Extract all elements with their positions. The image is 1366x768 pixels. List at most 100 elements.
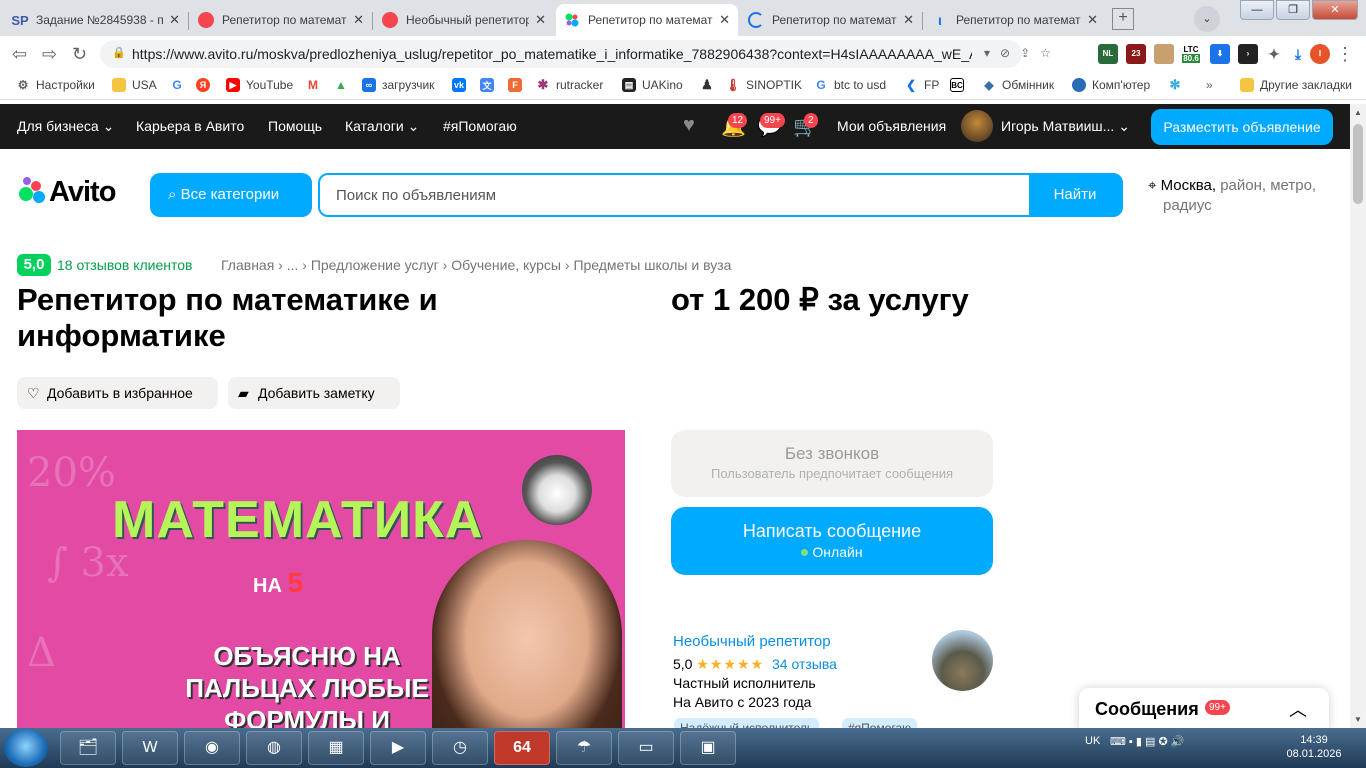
clock-app-icon[interactable]: ◷ <box>432 731 488 765</box>
close-window-button[interactable]: ✕ <box>1312 0 1358 20</box>
bookmark-figure[interactable]: ♟ <box>700 77 720 92</box>
user-avatar[interactable] <box>961 110 993 142</box>
browser-tab-3[interactable]: Необычный репетитор ✕ <box>374 4 554 36</box>
my-ads-link[interactable]: Мои объявления <box>837 118 946 134</box>
bookmark-snowflake[interactable]: ✻ <box>1168 77 1188 92</box>
listing-photo[interactable]: 20% ∫ 3x Δ π МАТЕМАТИКА НА 5 ОБЪЯСНЮ НА … <box>17 430 625 730</box>
url-text[interactable]: https://www.avito.ru/moskva/predlozheniy… <box>132 46 972 62</box>
reload-icon[interactable]: ↻ <box>72 44 87 65</box>
chrome-icon[interactable]: ◉ <box>184 731 240 765</box>
catalogs-link[interactable]: Каталоги ⌄ <box>345 118 419 135</box>
client-reviews-link[interactable]: 18 отзывов клиентов <box>57 257 193 273</box>
scroll-up-icon[interactable]: ▲ <box>1354 108 1362 117</box>
extensions-puzzle-icon[interactable]: ✦ <box>1264 44 1284 64</box>
language-indicator[interactable]: UK <box>1085 735 1100 747</box>
scroll-thumb[interactable] <box>1353 124 1363 204</box>
monitor-app-icon[interactable]: ▣ <box>680 731 736 765</box>
location-selector[interactable]: ⌖ Москва, район, метро, радиус <box>1148 176 1338 216</box>
help-link[interactable]: Помощь <box>268 118 322 134</box>
scroll-down-icon[interactable]: ▼ <box>1354 715 1362 724</box>
64-app-icon[interactable]: 64 <box>494 731 550 765</box>
notepad-app-icon[interactable]: ▭ <box>618 731 674 765</box>
messages-widget[interactable]: Сообщения 99+ ︿ <box>1079 688 1329 732</box>
bookmark-yandex[interactable]: Я <box>196 78 216 92</box>
tab-close-icon[interactable]: ✕ <box>535 12 546 28</box>
ya-pomogayu-link[interactable]: #яПомогаю <box>443 118 517 134</box>
chevron-up-icon[interactable]: ︿ <box>1289 696 1307 722</box>
place-ad-button[interactable]: Разместить объявление <box>1151 109 1333 145</box>
file-manager-icon[interactable]: 🗂 <box>60 731 116 765</box>
bookmark-f[interactable]: F <box>508 78 528 92</box>
menu-kebab-icon[interactable]: ⋮ <box>1336 44 1354 65</box>
write-message-button[interactable]: Написать сообщение Онлайн <box>671 507 993 575</box>
seller-name-link[interactable]: Необычный репетитор <box>673 633 831 650</box>
bookmark-youtube[interactable]: ▶ YouTube <box>226 78 293 92</box>
tab-close-icon[interactable]: ✕ <box>169 12 180 28</box>
bookmark-drive[interactable]: ▲ <box>334 78 354 92</box>
bookmark-settings[interactable]: ⚙ Настройки <box>16 78 95 92</box>
downloads-icon[interactable]: ⤓ <box>1288 44 1308 64</box>
tab-close-icon[interactable]: ✕ <box>353 12 364 28</box>
all-categories-button[interactable]: ⌕ Все категории <box>150 173 312 217</box>
tab-close-icon[interactable]: ✕ <box>719 12 730 28</box>
search-button[interactable]: Найти <box>1029 175 1121 215</box>
profile-avatar[interactable]: I <box>1310 44 1330 64</box>
tray-icons[interactable]: ⌨ ▪ ▮ ▤ ✪ 🔊 <box>1110 735 1184 748</box>
umbrella-app-icon[interactable]: ☂ <box>556 731 612 765</box>
bookmark-translate[interactable]: 文 <box>480 78 500 92</box>
bookmark-exchanger[interactable]: ◆ Обмінник <box>982 78 1054 92</box>
start-button[interactable] <box>4 729 48 767</box>
bookmark-usa[interactable]: USA <box>112 78 157 92</box>
ext-download-icon[interactable]: ⬇ <box>1210 44 1230 64</box>
new-tab-button[interactable]: + <box>1112 8 1134 30</box>
clock[interactable]: 14:39 08.01.2026 <box>1284 733 1344 761</box>
add-to-favorites-button[interactable]: ♡ Добавить в избранное <box>17 377 218 409</box>
ext-arrow-icon[interactable]: › <box>1238 44 1258 64</box>
user-menu[interactable]: Игорь Матвииш... ⌄ <box>1001 118 1130 135</box>
bookmark-bc[interactable]: BC <box>950 78 970 92</box>
bookmark-rutracker[interactable]: ✱ rutracker <box>536 77 604 92</box>
ext-face-icon[interactable] <box>1154 44 1174 64</box>
browser-tab-2[interactable]: Репетитор по математи ✕ <box>190 4 372 36</box>
browser-tab-5[interactable]: Репетитор по математи ✕ <box>740 4 922 36</box>
bookmarks-more-icon[interactable]: » <box>1206 78 1213 92</box>
bookmark-vk[interactable]: vk <box>452 78 472 92</box>
tab-close-icon[interactable]: ✕ <box>1087 12 1098 28</box>
ext-nl-icon[interactable]: NL <box>1098 44 1118 64</box>
omnibox[interactable]: 🔒 https://www.avito.ru/moskva/predlozhen… <box>100 40 1022 68</box>
globe-app-icon[interactable]: ◍ <box>246 731 302 765</box>
browser-tab-6[interactable]: ι Репетитор по математи ✕ <box>924 4 1106 36</box>
add-note-button[interactable]: ▰ Добавить заметку <box>228 377 400 409</box>
shield-app-icon[interactable]: W <box>122 731 178 765</box>
browser-tab-4-active[interactable]: Репетитор по математи ✕ <box>556 4 738 36</box>
maximize-button[interactable]: ❐ <box>1276 0 1310 20</box>
page-scrollbar[interactable]: ▲ ▼ <box>1350 104 1366 728</box>
browser-tab-1[interactable]: SP Задание №2845938 - п ✕ <box>4 4 188 36</box>
search-input[interactable] <box>320 175 1029 215</box>
minimize-button[interactable]: — <box>1240 0 1274 20</box>
bookmark-google[interactable]: G <box>170 78 190 92</box>
ext-ltc-icon[interactable]: LTC 80.6 <box>1180 44 1202 64</box>
bookmark-gmail[interactable]: M <box>306 78 326 92</box>
bookmark-fp[interactable]: ❮ FP <box>904 78 939 92</box>
bookmark-downloader[interactable]: ∞ загрузчик <box>362 78 434 92</box>
tab-search-button[interactable]: ⌄ <box>1194 6 1220 32</box>
seller-avatar[interactable] <box>932 630 993 691</box>
other-bookmarks[interactable]: Другие закладки <box>1240 78 1352 92</box>
bookmark-btc[interactable]: Gbtc to usd <box>814 78 886 92</box>
ext-23-icon[interactable]: 23 <box>1126 44 1146 64</box>
bookmark-uakino[interactable]: ▤ UAKino <box>622 78 683 92</box>
favorites-heart-icon[interactable]: ♥ <box>683 114 695 137</box>
back-arrow-icon[interactable]: ⇦ <box>12 44 27 65</box>
career-link[interactable]: Карьера в Авито <box>136 118 244 134</box>
forward-arrow-icon[interactable]: ⇨ <box>42 44 57 65</box>
seller-reviews-link[interactable]: 34 отзыва <box>772 656 837 672</box>
spreadsheet-app-icon[interactable]: ▦ <box>308 731 364 765</box>
media-player-icon[interactable]: ▶ <box>370 731 426 765</box>
tab-close-icon[interactable]: ✕ <box>903 12 914 28</box>
bookmark-sinoptik[interactable]: 🌡 SINOPTIK <box>725 78 802 92</box>
breadcrumb[interactable]: Главная › ... › Предложение услуг › Обуч… <box>221 257 731 273</box>
bookmark-computer[interactable]: Комп'ютер <box>1072 78 1150 92</box>
for-business-link[interactable]: Для бизнеса ⌄ <box>17 118 114 135</box>
avito-logo[interactable]: Avito <box>17 176 116 209</box>
